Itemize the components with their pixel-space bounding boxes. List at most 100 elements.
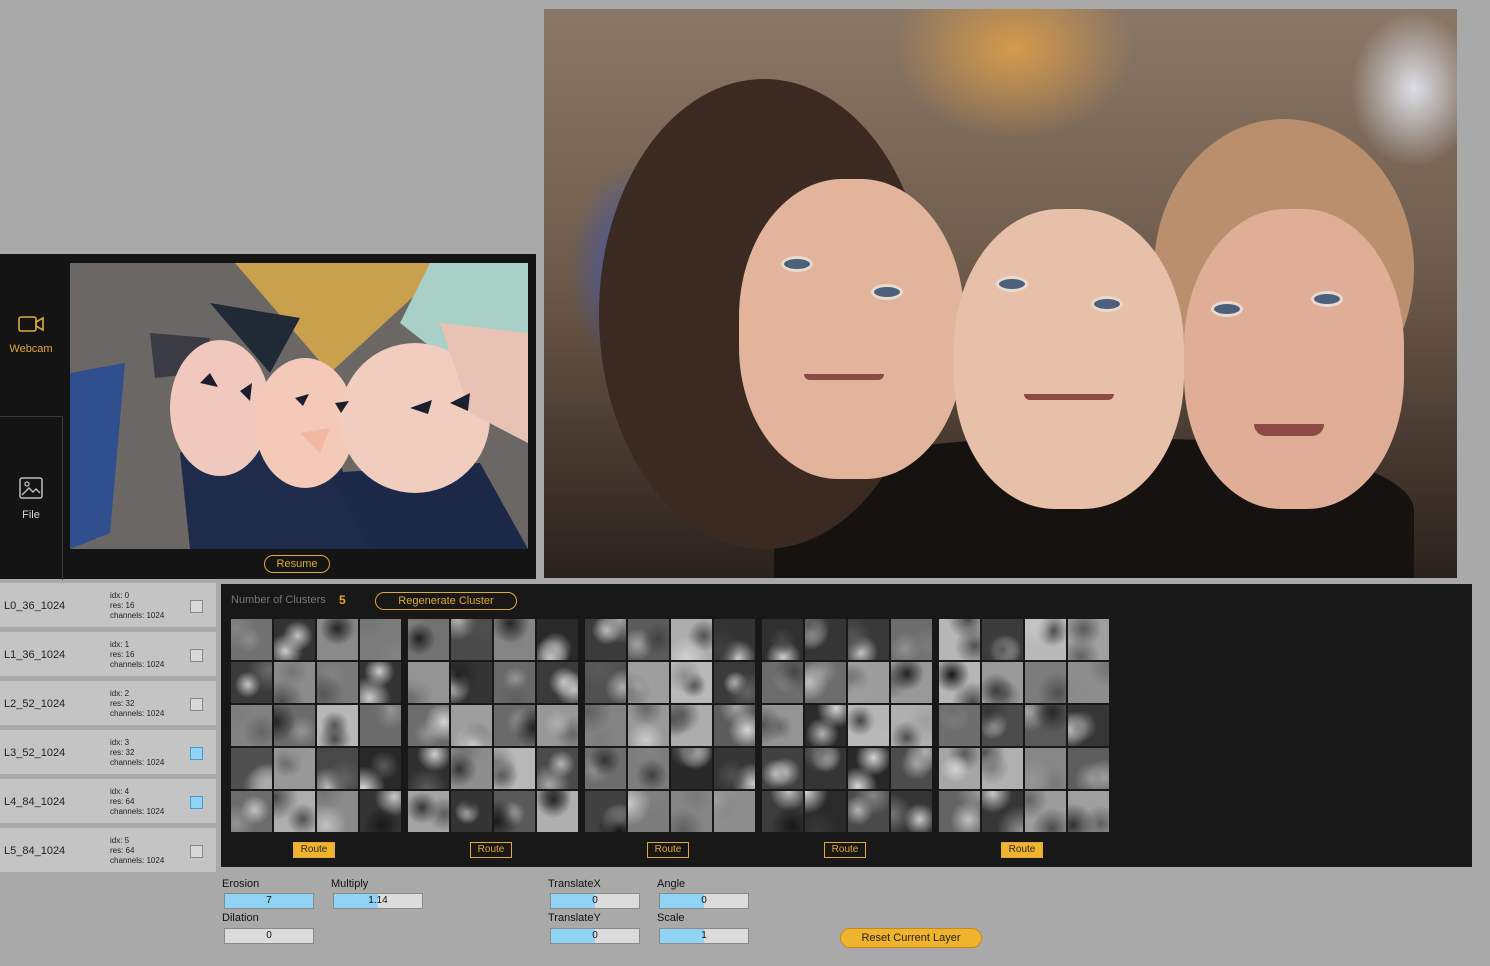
feature-map-tile[interactable]: [451, 619, 492, 660]
route-button[interactable]: Route: [647, 842, 689, 858]
feature-map-tile[interactable]: [274, 619, 315, 660]
feature-map-tile[interactable]: [1025, 619, 1066, 660]
feature-map-tile[interactable]: [891, 748, 932, 789]
feature-map-tile[interactable]: [1068, 619, 1109, 660]
feature-map-tile[interactable]: [585, 748, 626, 789]
feature-map-tile[interactable]: [982, 619, 1023, 660]
feature-map-tile[interactable]: [231, 791, 272, 832]
feature-map-tile[interactable]: [585, 705, 626, 746]
feature-map-tile[interactable]: [494, 791, 535, 832]
feature-map-tile[interactable]: [762, 705, 803, 746]
translate-y-input[interactable]: 0: [550, 928, 640, 944]
feature-map-tile[interactable]: [1068, 662, 1109, 703]
feature-map-tile[interactable]: [1025, 791, 1066, 832]
feature-map-tile[interactable]: [1025, 705, 1066, 746]
resume-button[interactable]: Resume: [264, 555, 330, 573]
layer-row[interactable]: L0_36_1024 idx: 0 res: 16 channels: 1024: [0, 583, 216, 627]
feature-map-tile[interactable]: [939, 619, 980, 660]
route-button[interactable]: Route: [470, 842, 512, 858]
feature-map-tile[interactable]: [982, 662, 1023, 703]
feature-map-tile[interactable]: [939, 705, 980, 746]
feature-map-tile[interactable]: [317, 748, 358, 789]
route-button[interactable]: Route: [824, 842, 866, 858]
feature-map-tile[interactable]: [671, 748, 712, 789]
feature-map-tile[interactable]: [805, 791, 846, 832]
feature-map-tile[interactable]: [762, 748, 803, 789]
regenerate-cluster-button[interactable]: Regenerate Cluster: [375, 592, 517, 610]
feature-map-tile[interactable]: [939, 791, 980, 832]
feature-map-tile[interactable]: [451, 791, 492, 832]
feature-map-tile[interactable]: [891, 791, 932, 832]
feature-map-tile[interactable]: [494, 705, 535, 746]
feature-map-tile[interactable]: [762, 791, 803, 832]
feature-map-tile[interactable]: [360, 705, 401, 746]
feature-map-tile[interactable]: [628, 748, 669, 789]
feature-map-tile[interactable]: [537, 619, 578, 660]
feature-map-tile[interactable]: [360, 662, 401, 703]
feature-map-tile[interactable]: [451, 662, 492, 703]
feature-map-tile[interactable]: [360, 791, 401, 832]
angle-input[interactable]: 0: [659, 893, 749, 909]
layer-row[interactable]: L5_84_1024 idx: 5 res: 64 channels: 1024: [0, 828, 216, 872]
feature-map-tile[interactable]: [231, 619, 272, 660]
feature-map-tile[interactable]: [628, 705, 669, 746]
feature-map-tile[interactable]: [274, 791, 315, 832]
feature-map-tile[interactable]: [274, 748, 315, 789]
dilation-input[interactable]: 0: [224, 928, 314, 944]
feature-map-tile[interactable]: [408, 791, 449, 832]
layer-checkbox[interactable]: [190, 747, 203, 760]
feature-map-tile[interactable]: [317, 619, 358, 660]
feature-map-tile[interactable]: [671, 662, 712, 703]
tab-webcam[interactable]: Webcam: [0, 254, 62, 416]
feature-map-tile[interactable]: [274, 705, 315, 746]
feature-map-tile[interactable]: [408, 662, 449, 703]
feature-map-tile[interactable]: [537, 748, 578, 789]
layer-row[interactable]: L2_52_1024 idx: 2 res: 32 channels: 1024: [0, 681, 216, 725]
feature-map-tile[interactable]: [714, 791, 755, 832]
multiply-input[interactable]: 1.14: [333, 893, 423, 909]
feature-map-tile[interactable]: [585, 662, 626, 703]
feature-map-tile[interactable]: [360, 748, 401, 789]
feature-map-tile[interactable]: [628, 662, 669, 703]
layer-checkbox[interactable]: [190, 649, 203, 662]
feature-map-tile[interactable]: [848, 748, 889, 789]
feature-map-tile[interactable]: [317, 662, 358, 703]
feature-map-tile[interactable]: [317, 705, 358, 746]
layer-checkbox[interactable]: [190, 796, 203, 809]
feature-map-tile[interactable]: [537, 705, 578, 746]
feature-map-tile[interactable]: [317, 791, 358, 832]
feature-map-tile[interactable]: [1068, 705, 1109, 746]
feature-map-tile[interactable]: [494, 619, 535, 660]
feature-map-tile[interactable]: [805, 619, 846, 660]
feature-map-tile[interactable]: [982, 748, 1023, 789]
feature-map-tile[interactable]: [762, 662, 803, 703]
feature-map-tile[interactable]: [1068, 748, 1109, 789]
erosion-input[interactable]: 7: [224, 893, 314, 909]
feature-map-tile[interactable]: [714, 662, 755, 703]
feature-map-tile[interactable]: [628, 619, 669, 660]
reset-current-layer-button[interactable]: Reset Current Layer: [840, 928, 982, 948]
feature-map-tile[interactable]: [231, 748, 272, 789]
feature-map-tile[interactable]: [671, 619, 712, 660]
feature-map-tile[interactable]: [714, 619, 755, 660]
layer-row[interactable]: L3_52_1024 idx: 3 res: 32 channels: 1024: [0, 730, 216, 774]
feature-map-tile[interactable]: [891, 619, 932, 660]
feature-map-tile[interactable]: [714, 748, 755, 789]
feature-map-tile[interactable]: [762, 619, 803, 660]
feature-map-tile[interactable]: [451, 705, 492, 746]
feature-map-tile[interactable]: [848, 791, 889, 832]
scale-input[interactable]: 1: [659, 928, 749, 944]
layer-row[interactable]: L1_36_1024 idx: 1 res: 16 channels: 1024: [0, 632, 216, 676]
feature-map-tile[interactable]: [408, 748, 449, 789]
feature-map-tile[interactable]: [408, 619, 449, 660]
feature-map-tile[interactable]: [1025, 748, 1066, 789]
feature-map-tile[interactable]: [585, 619, 626, 660]
feature-map-tile[interactable]: [939, 748, 980, 789]
feature-map-tile[interactable]: [848, 619, 889, 660]
feature-map-tile[interactable]: [805, 705, 846, 746]
feature-map-tile[interactable]: [714, 705, 755, 746]
feature-map-tile[interactable]: [982, 791, 1023, 832]
feature-map-tile[interactable]: [494, 662, 535, 703]
feature-map-tile[interactable]: [231, 662, 272, 703]
feature-map-tile[interactable]: [628, 791, 669, 832]
